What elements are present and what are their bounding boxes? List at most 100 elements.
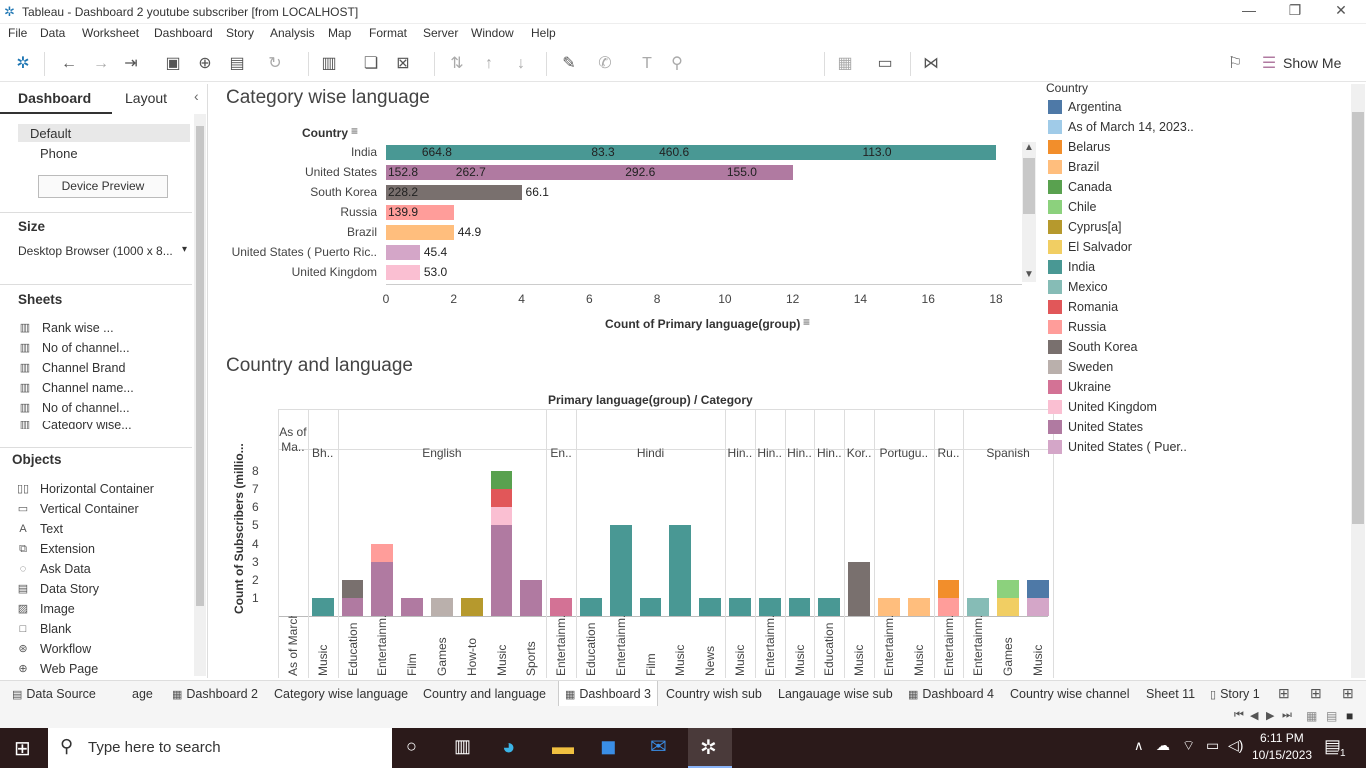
object-item-workflow[interactable]: ⊛ Workflow (16, 642, 91, 656)
next-sheet-icon[interactable]: ▶ (1266, 709, 1274, 722)
restore-icon[interactable]: ❐ (1280, 2, 1310, 22)
taskbar-search[interactable]: ⚲ Type here to search (48, 728, 392, 768)
legend-swatch[interactable] (1048, 420, 1062, 434)
object-item-data-story[interactable]: ▤ Data Story (16, 582, 99, 596)
legend-swatch[interactable] (1048, 120, 1062, 134)
sheet-item[interactable]: ▥ Channel name... (18, 381, 134, 395)
tab-country-wise-channel[interactable]: Country wise channel (1004, 681, 1136, 706)
new-worksheet-icon[interactable]: ▥ (318, 54, 340, 74)
column-segment[interactable] (520, 579, 543, 616)
menu-help[interactable]: Help (531, 26, 556, 40)
object-item-extension[interactable]: ⧉ Extension (16, 542, 95, 556)
column-segment[interactable] (371, 561, 394, 616)
tab-dashboard-2[interactable]: ▦ Dashboard 2 (166, 681, 264, 706)
sheet-item[interactable]: ▥ Channel Brand (18, 361, 126, 375)
legend-swatch[interactable] (1048, 140, 1062, 154)
legend-item-label[interactable]: United States (1068, 420, 1143, 434)
column-segment[interactable] (311, 597, 334, 616)
show-sheet-sorter-icon[interactable]: ▤ (1326, 709, 1337, 723)
group-icon[interactable]: ✆ (594, 54, 616, 74)
pause-updates-icon[interactable]: ▤ (226, 54, 248, 74)
share-icon[interactable]: ⋈ (920, 54, 942, 74)
tab-langauage-wise-sub[interactable]: Langauage wise sub (772, 681, 899, 706)
legend-swatch[interactable] (1048, 280, 1062, 294)
minimize-icon[interactable]: — (1234, 2, 1264, 22)
legend-swatch[interactable] (1048, 160, 1062, 174)
cortana-icon[interactable]: ○ (406, 736, 417, 757)
object-item-blank[interactable]: □ Blank (16, 622, 72, 636)
column-segment[interactable] (639, 597, 662, 616)
close-icon[interactable]: ✕ (1326, 2, 1356, 22)
column-segment[interactable] (729, 597, 751, 616)
legend-item-label[interactable]: Sweden (1068, 360, 1113, 374)
column-segment[interactable] (550, 597, 572, 616)
swap-icon[interactable]: ⇅ (446, 54, 468, 74)
object-item-horizontal-container[interactable]: ▯▯ Horizontal Container (16, 482, 154, 496)
legend-swatch[interactable] (1048, 260, 1062, 274)
legend-swatch[interactable] (1048, 300, 1062, 314)
tab-age[interactable]: age (126, 681, 159, 706)
new-worksheet-icon[interactable]: ⊞ (1278, 685, 1290, 702)
show-me-button[interactable]: Show Me (1283, 55, 1341, 71)
legend-item-label[interactable]: United States ( Puer.. (1068, 440, 1187, 454)
column-segment[interactable] (341, 579, 364, 598)
legend-swatch[interactable] (1048, 380, 1062, 394)
battery-icon[interactable]: ▭ (1206, 737, 1219, 754)
legend-item-label[interactable]: Canada (1068, 180, 1112, 194)
legend-item-label[interactable]: Ukraine (1068, 380, 1111, 394)
column-segment[interactable] (580, 597, 602, 616)
column-segment[interactable] (997, 597, 1019, 616)
tab-category-wise-language[interactable]: Category wise language (268, 681, 414, 706)
object-item-text[interactable]: A Text (16, 522, 63, 536)
column-segment[interactable] (1027, 597, 1049, 616)
menu-dashboard[interactable]: Dashboard (154, 26, 213, 40)
column-segment[interactable] (758, 597, 781, 616)
bar-segment[interactable] (386, 225, 420, 240)
legend-item-label[interactable]: Mexico (1068, 280, 1108, 294)
legend-item-label[interactable]: Argentina (1068, 100, 1122, 114)
column-segment[interactable] (490, 525, 513, 616)
duplicate-icon[interactable]: ❏ (360, 54, 382, 74)
menu-data[interactable]: Data (40, 26, 65, 40)
legend-item-label[interactable]: Brazil (1068, 160, 1099, 174)
legend-item-label[interactable]: As of March 14, 2023.. (1068, 120, 1194, 134)
replay-icon[interactable]: ⇥ (120, 54, 142, 74)
prev-sheet-icon[interactable]: ◀ (1250, 709, 1258, 722)
volume-icon[interactable]: ◁) (1228, 737, 1243, 754)
pen-icon[interactable]: ⚐ (1224, 54, 1246, 74)
tab-data-source[interactable]: ▤ Data Source (6, 681, 102, 706)
tab-country-and-language[interactable]: Country and language (417, 681, 552, 706)
column-segment[interactable] (490, 507, 513, 526)
highlight-icon[interactable]: ✎ (558, 54, 580, 74)
left-panel-scroll-thumb[interactable] (196, 126, 204, 606)
tab-story-1[interactable]: ▯ Story 1 (1204, 681, 1266, 706)
legend-swatch[interactable] (1048, 100, 1062, 114)
clock-time[interactable]: 6:11 PM (1260, 731, 1304, 745)
column-segment[interactable] (937, 579, 960, 598)
legend-swatch[interactable] (1048, 220, 1062, 234)
legend-item-label[interactable]: India (1068, 260, 1095, 274)
legend-swatch[interactable] (1048, 200, 1062, 214)
menu-format[interactable]: Format (369, 26, 407, 40)
redo-icon[interactable]: → (90, 54, 112, 74)
undo-icon[interactable]: ← (58, 54, 80, 74)
scroll-up-icon[interactable]: ▲ (1024, 142, 1034, 153)
onedrive-icon[interactable]: ☁ (1156, 737, 1170, 754)
legend-item-label[interactable]: Cyprus[a] (1068, 220, 1122, 234)
windows-start-icon[interactable]: ⊞ (14, 736, 31, 761)
column-segment[interactable] (669, 525, 692, 616)
bar-segment[interactable] (386, 245, 420, 260)
column-segment[interactable] (609, 525, 632, 616)
legend-swatch[interactable] (1048, 400, 1062, 414)
sheet-item[interactable]: ▥ Category wise... (18, 421, 132, 429)
column-segment[interactable] (490, 489, 513, 508)
legend-item-label[interactable]: Romania (1068, 300, 1118, 314)
wifi-icon[interactable]: ⌔ (1182, 737, 1195, 755)
presentation-icon[interactable]: ▭ (874, 54, 896, 74)
column-segment[interactable] (848, 561, 870, 616)
new-story-icon[interactable]: ⊞ (1342, 685, 1354, 702)
last-sheet-icon[interactable]: ⏭ (1282, 709, 1292, 722)
tab-dashboard-4[interactable]: ▦ Dashboard 4 (902, 681, 1000, 706)
sort-descending-icon[interactable]: ↓ (510, 54, 532, 74)
menu-server[interactable]: Server (423, 26, 458, 40)
